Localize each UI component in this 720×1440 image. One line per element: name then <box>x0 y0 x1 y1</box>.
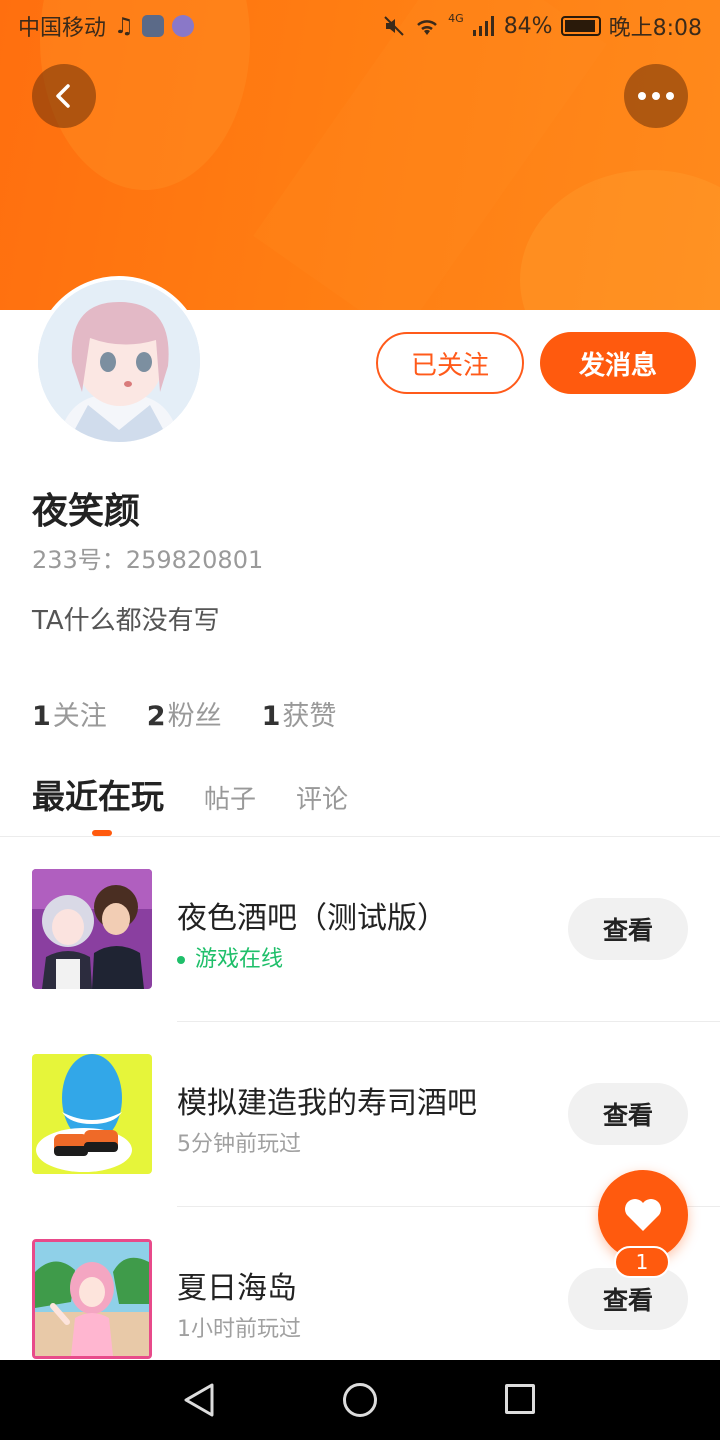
system-nav-bar <box>0 1360 720 1440</box>
username: 夜笑颜 <box>32 491 141 532</box>
followed-button[interactable]: 已关注 <box>376 332 524 394</box>
more-horizontal-icon <box>638 92 674 100</box>
mute-icon <box>384 16 404 36</box>
wifi-icon <box>417 20 438 35</box>
music-app-icon <box>171 15 194 37</box>
game-thumbnail <box>32 869 152 989</box>
game-status-text: 游戏在线 <box>195 947 284 972</box>
battery-percent: 84% <box>503 13 553 39</box>
music-note-icon: ♫ <box>114 13 134 39</box>
signal-icon <box>472 16 494 36</box>
online-dot-icon <box>177 956 185 964</box>
list-item[interactable]: 模拟建造我的寿司酒吧 5分钟前玩过 查看 <box>0 1022 720 1207</box>
user-bio: TA什么都没有写 <box>32 606 220 636</box>
stat-count: 1 <box>32 701 51 732</box>
stat-label: 粉丝 <box>167 701 222 732</box>
profile-tabs: 最近在玩 帖子 评论 <box>32 770 348 818</box>
tab-recently-played[interactable]: 最近在玩 <box>32 770 164 818</box>
stat-likes[interactable]: 1获赞 <box>262 694 337 733</box>
nav-back-icon[interactable] <box>182 1382 216 1418</box>
heart-icon <box>625 1199 661 1231</box>
header-decoration <box>520 170 720 310</box>
list-item[interactable]: 夜色酒吧（测试版） 游戏在线 查看 <box>0 837 720 1022</box>
stat-count: 1 <box>261 701 281 732</box>
view-game-button[interactable]: 查看 <box>568 898 688 960</box>
stat-followers[interactable]: 2粉丝 <box>147 694 222 733</box>
game-title: 夏日海岛 <box>177 1271 297 1306</box>
game-status: 1小时前玩过 <box>177 1317 301 1342</box>
nav-home-icon[interactable] <box>343 1383 377 1417</box>
stat-following[interactable]: 1关注 <box>32 694 107 733</box>
user-id: 233号：259820801 <box>32 546 264 574</box>
game-thumbnail <box>32 1054 152 1174</box>
status-right: 4G 84% 晚上8:08 <box>382 10 702 42</box>
avatar[interactable] <box>34 276 204 446</box>
stat-count: 2 <box>146 701 166 732</box>
avatar-illustration <box>38 280 200 442</box>
carrier-label: 中国移动 <box>18 16 107 41</box>
more-button[interactable] <box>624 64 688 128</box>
send-message-button[interactable]: 发消息 <box>540 332 696 394</box>
back-button[interactable] <box>32 64 96 128</box>
game-status: 游戏在线 <box>177 941 283 973</box>
view-game-button[interactable]: 查看 <box>568 1083 688 1145</box>
tab-posts[interactable]: 帖子 <box>204 779 256 816</box>
chevron-left-icon <box>56 84 70 108</box>
network-type: 4G <box>448 11 464 25</box>
shield-app-icon <box>141 15 164 37</box>
clock: 晚上8:08 <box>608 16 702 41</box>
game-thumbnail <box>32 1239 152 1359</box>
battery-icon <box>560 16 601 36</box>
status-bar: 中国移动 ♫ 4G 84% 晚上8:08 <box>0 0 720 50</box>
game-title: 夜色酒吧（测试版） <box>177 901 447 936</box>
game-status: 5分钟前玩过 <box>177 1132 301 1157</box>
like-count-badge: 1 <box>614 1246 670 1278</box>
status-left: 中国移动 ♫ <box>18 10 194 42</box>
stat-label: 获赞 <box>282 701 337 732</box>
stat-label: 关注 <box>52 701 107 732</box>
tab-comments[interactable]: 评论 <box>296 779 348 816</box>
profile-stats: 1关注 2粉丝 1获赞 <box>32 694 336 733</box>
nav-recents-icon[interactable] <box>505 1384 535 1414</box>
game-title: 模拟建造我的寿司酒吧 <box>177 1086 477 1121</box>
